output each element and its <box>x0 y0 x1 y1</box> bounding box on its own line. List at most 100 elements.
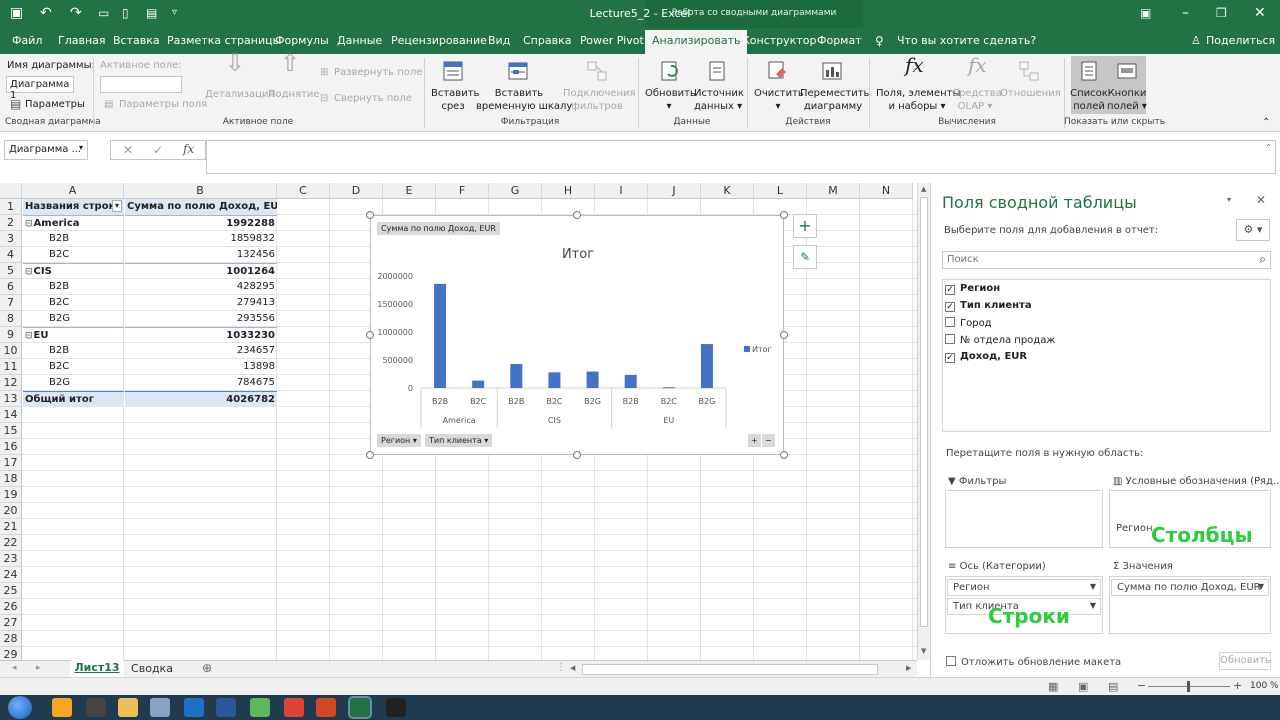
column-header[interactable]: N <box>860 183 913 199</box>
scroll-left-icon[interactable]: ◀ <box>570 664 575 672</box>
column-header[interactable]: B <box>124 183 277 199</box>
filters-zone[interactable] <box>945 490 1103 548</box>
table-cell[interactable]: 13898 <box>125 359 277 375</box>
media-player-icon[interactable] <box>52 698 72 717</box>
tab-home[interactable]: Главная <box>58 34 106 47</box>
column-header[interactable]: L <box>754 183 807 199</box>
row-header[interactable]: 10 <box>0 343 22 359</box>
axis-field-button-region[interactable]: Регион ▾ <box>377 434 421 447</box>
field-checkbox[interactable]: ✓ <box>945 353 955 363</box>
row-header[interactable]: 22 <box>0 535 22 551</box>
open-icon[interactable]: ▭ <box>98 5 109 21</box>
chart-name-input[interactable]: Диаграмма 1 <box>6 76 74 101</box>
tab-design[interactable]: Конструктор <box>742 34 816 47</box>
column-header[interactable]: J <box>648 183 701 199</box>
collapse-group-icon[interactable]: ⊟ <box>25 331 33 341</box>
table-cell[interactable]: ⊟CIS <box>23 263 124 279</box>
print-icon[interactable]: ▤ <box>146 5 157 21</box>
zoom-out-icon[interactable]: − <box>1137 679 1146 692</box>
page-break-view-icon[interactable]: ▤ <box>1108 680 1118 693</box>
table-cell[interactable]: B2B <box>23 279 124 295</box>
tab-data[interactable]: Данные <box>337 34 382 47</box>
tab-view[interactable]: Вид <box>488 34 510 47</box>
terminal-icon[interactable] <box>86 698 106 717</box>
drillup-button[interactable]: Поднятие <box>268 88 320 101</box>
new-icon[interactable]: ▯ <box>122 5 129 21</box>
outlook-icon[interactable] <box>184 698 204 717</box>
table-cell[interactable]: B2B <box>23 343 124 359</box>
column-header[interactable]: D <box>330 183 383 199</box>
field-list-button[interactable]: Список полей <box>1069 87 1109 113</box>
share-button[interactable]: Поделиться <box>1206 34 1275 47</box>
field-item[interactable]: Город <box>945 317 992 329</box>
gear-icon[interactable]: ⚙ ▾ <box>1236 219 1270 241</box>
row-header[interactable]: 27 <box>0 615 22 631</box>
excel-icon[interactable] <box>348 696 372 719</box>
app-star-icon[interactable] <box>386 698 406 717</box>
collapse-group-icon[interactable]: ⊟ <box>25 267 33 277</box>
ribbon-options-icon[interactable]: ▣ <box>1140 5 1151 21</box>
olap-tools-button[interactable]: Средства OLAP ▾ <box>952 87 1002 113</box>
scroll-up-icon[interactable]: ▲ <box>921 185 926 193</box>
add-sheet-icon[interactable]: ⊕ <box>202 661 212 675</box>
tab-review[interactable]: Рецензирование <box>391 34 487 47</box>
field-params-button[interactable]: Параметры поля <box>119 98 207 111</box>
insert-timeline-button[interactable]: Вставить временную шкалу <box>476 87 572 113</box>
pivot-chart[interactable]: Сумма по полю Доход, EUR Итог 2000000 150… <box>370 215 784 455</box>
column-header[interactable]: M <box>807 183 860 199</box>
collapse-group-icon[interactable]: ⊟ <box>25 219 33 229</box>
normal-view-icon[interactable]: ▦ <box>1048 680 1058 693</box>
collapse-field-button[interactable]: Свернуть поле <box>334 92 412 105</box>
app-icon[interactable] <box>250 698 270 717</box>
scroll-right-icon[interactable]: ▶ <box>906 664 911 672</box>
field-buttons-button[interactable]: Кнопки полей ▾ <box>1106 87 1148 113</box>
field-checkbox[interactable] <box>945 317 955 327</box>
tab-page-layout[interactable]: Разметка страницы <box>167 34 281 47</box>
row-header[interactable]: 28 <box>0 631 22 647</box>
table-cell[interactable]: B2G <box>23 311 124 327</box>
table-cell[interactable]: 1992288 <box>125 215 277 231</box>
row-header[interactable]: 14 <box>0 407 22 423</box>
cancel-icon[interactable]: ✕ <box>123 143 133 157</box>
chrome-icon[interactable] <box>284 698 304 717</box>
table-cell[interactable]: 1859832 <box>125 231 277 247</box>
scroll-down-icon[interactable]: ▼ <box>921 647 926 655</box>
word-icon[interactable] <box>216 698 236 717</box>
column-header[interactable]: G <box>489 183 542 199</box>
column-header[interactable]: H <box>542 183 595 199</box>
powerpoint-icon[interactable] <box>316 698 336 717</box>
row-header[interactable]: 5 <box>0 263 22 279</box>
table-cell[interactable]: B2B <box>23 231 124 247</box>
zoom-level[interactable]: 100 % <box>1250 681 1279 691</box>
move-chart-button[interactable]: Переместить диаграмму <box>800 87 869 113</box>
table-cell[interactable]: B2G <box>23 375 124 391</box>
checkbox[interactable] <box>946 656 956 666</box>
row-header[interactable]: 3 <box>0 231 22 247</box>
row-header[interactable]: 23 <box>0 551 22 567</box>
chart-elements-icon[interactable]: + <box>793 214 817 238</box>
table-cell[interactable]: 234657 <box>125 343 277 359</box>
redo-icon[interactable]: ↷ <box>70 5 82 21</box>
row-header[interactable]: 8 <box>0 311 22 327</box>
tab-split-icon[interactable]: ⋮ <box>556 662 566 673</box>
params-button[interactable]: Параметры <box>25 98 85 111</box>
row-header[interactable]: 24 <box>0 567 22 583</box>
tab-power-pivot[interactable]: Power Pivot <box>580 34 644 47</box>
table-cell[interactable]: ⊟America <box>23 215 124 231</box>
save-icon[interactable]: ▣ <box>10 5 23 21</box>
select-all-corner[interactable] <box>0 183 22 199</box>
enter-icon[interactable]: ✓ <box>153 143 163 157</box>
row-header[interactable]: 20 <box>0 503 22 519</box>
close-icon[interactable]: ✕ <box>1254 5 1266 21</box>
field-checkbox[interactable] <box>945 334 955 344</box>
table-cell[interactable]: 784675 <box>125 375 277 391</box>
row-header[interactable]: 21 <box>0 519 22 535</box>
next-sheet-icon[interactable]: ▸ <box>36 663 41 673</box>
tab-file[interactable]: Файл <box>12 34 42 47</box>
field-item[interactable]: ✓ Тип клиента <box>945 300 1032 312</box>
row-header[interactable]: 7 <box>0 295 22 311</box>
column-header[interactable]: K <box>701 183 754 199</box>
table-cell[interactable]: 4026782 <box>125 391 277 407</box>
column-header[interactable]: C <box>277 183 330 199</box>
filter-connections-button[interactable]: Подключения фильтров <box>563 87 636 113</box>
